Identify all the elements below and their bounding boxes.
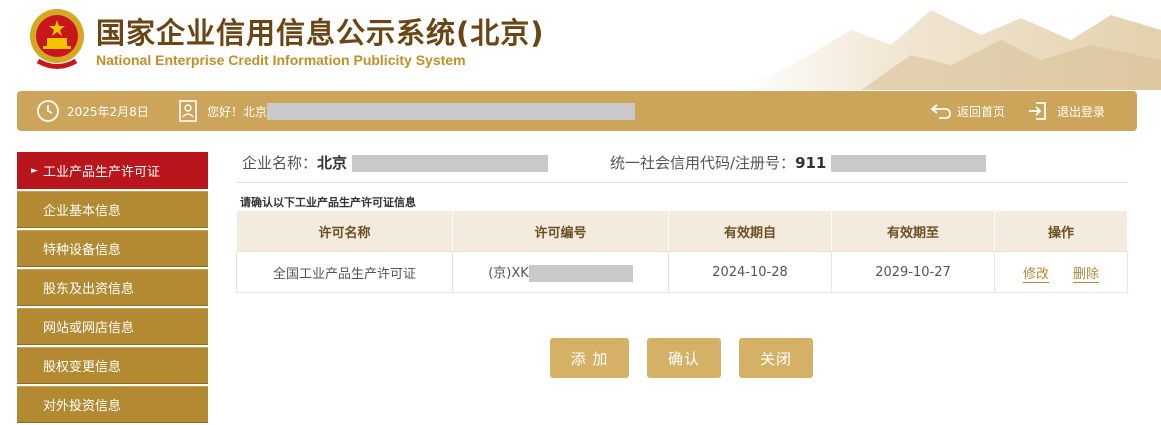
sidebar-item-label: 特种设备信息	[43, 243, 122, 258]
home-link[interactable]: 返回首页	[930, 91, 1005, 131]
logout-icon	[1029, 102, 1046, 120]
column-header: 许可名称	[236, 210, 453, 252]
license-table: 许可名称 许可编号 有效期自 有效期至 操作 全国工业产品生产许可证 (京)XK…	[236, 210, 1128, 293]
sidebar-item-basic-info[interactable]: 企业基本信息	[17, 191, 208, 228]
credit-code-label: 统一社会信用代码/注册号：	[610, 154, 796, 172]
credit-code-value: 911	[795, 154, 827, 172]
sidebar-item-label: 对外投资信息	[43, 399, 122, 414]
sidebar-item-equity-change[interactable]: 股权变更信息	[17, 347, 208, 384]
greeting-text: 您好！北京	[207, 104, 268, 119]
sidebar-item-website[interactable]: 网站或网店信息	[17, 308, 208, 345]
edit-link[interactable]: 修改	[1022, 266, 1049, 283]
national-emblem-icon	[30, 9, 84, 69]
sidebar-item-label: 网站或网店信息	[43, 321, 135, 336]
column-header: 操作	[994, 210, 1128, 252]
sidebar-item-investment[interactable]: 对外投资信息	[17, 386, 208, 423]
masked-username	[267, 102, 636, 120]
operation-cell: 修改 删除	[994, 251, 1128, 293]
license-number-cell: (京)XK	[452, 251, 669, 293]
company-name-value: 北京	[317, 154, 348, 172]
sidebar-item-label: 工业产品生产许可证	[43, 165, 161, 180]
sidebar-item-shareholders[interactable]: 股东及出资信息	[17, 269, 208, 306]
license-number: (京)XK	[488, 266, 529, 281]
user-card-icon	[179, 100, 197, 122]
delete-link[interactable]: 删除	[1073, 266, 1100, 283]
valid-from: 2024-10-28	[668, 251, 832, 293]
home-label: 返回首页	[957, 104, 1006, 119]
sidebar-item-production-license[interactable]: ► 工业产品生产许可证	[17, 152, 208, 189]
close-button[interactable]: 关闭	[739, 338, 813, 378]
divider	[236, 182, 1128, 183]
logout-label: 退出登录	[1057, 104, 1106, 119]
top-bar: 2025年2月8日 您好！北京 返回首页 退出登录	[17, 91, 1137, 131]
logout-link[interactable]: 退出登录	[1027, 91, 1105, 131]
sidebar-item-label: 股东及出资信息	[43, 282, 135, 297]
credit-code-row: 统一社会信用代码/注册号：911	[610, 152, 987, 173]
confirm-button[interactable]: 确认	[647, 338, 721, 378]
column-header: 许可编号	[452, 210, 669, 252]
sidebar-item-special-equipment[interactable]: 特种设备信息	[17, 230, 208, 267]
site-title: 国家企业信用信息公示系统(北京)	[96, 16, 545, 50]
return-icon	[930, 104, 951, 119]
table-header-row: 许可名称 许可编号 有效期自 有效期至 操作	[236, 210, 1128, 252]
mountain-decoration	[741, 10, 1161, 90]
arrow-right-icon: ►	[31, 165, 38, 176]
masked-company-name	[351, 155, 548, 172]
table-row: 全国工业产品生产许可证 (京)XK 2024-10-28 2029-10-27 …	[236, 251, 1128, 293]
license-name: 全国工业产品生产许可证	[236, 251, 453, 293]
date-display: 2025年2月8日	[36, 91, 149, 131]
clock-icon	[37, 100, 59, 122]
sidebar-nav: ► 工业产品生产许可证 企业基本信息 特种设备信息 股东及出资信息 网站或网店信…	[17, 152, 208, 425]
valid-to: 2029-10-27	[831, 251, 995, 293]
add-button[interactable]: 添 加	[550, 338, 629, 378]
masked-license-number	[528, 265, 633, 282]
company-name-label: 企业名称：	[242, 154, 318, 172]
column-header: 有效期至	[831, 210, 995, 252]
sidebar-item-label: 股权变更信息	[43, 360, 122, 375]
confirm-title: 请确认以下工业产品生产许可证信息	[240, 196, 416, 209]
masked-credit-code	[831, 155, 987, 172]
sidebar-item-label: 企业基本信息	[43, 204, 122, 219]
company-name-row: 企业名称：北京	[242, 152, 548, 173]
date-text: 2025年2月8日	[67, 104, 149, 119]
column-header: 有效期自	[668, 210, 832, 252]
site-subtitle: National Enterprise Credit Information P…	[96, 52, 466, 68]
site-header: 国家企业信用信息公示系统(北京) National Enterprise Cre…	[0, 0, 1161, 90]
user-greeting: 您好！北京	[178, 91, 636, 131]
